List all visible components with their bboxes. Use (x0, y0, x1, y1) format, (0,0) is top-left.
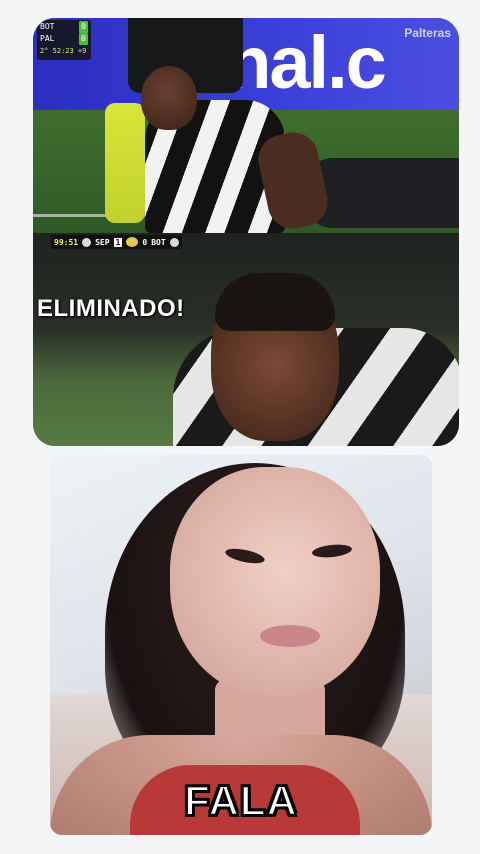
meme-page: onal.c Palteras BOT 0 PAL 0 2° 52:23 +9 (0, 0, 480, 854)
football-clips-frame: onal.c Palteras BOT 0 PAL 0 2° 52:23 +9 (33, 18, 459, 446)
scorebar-score-b: 0 (142, 237, 148, 247)
team-b-crest-icon (169, 237, 179, 247)
team-a-crest-icon (82, 237, 92, 247)
away-score: 0 (79, 33, 88, 45)
woman-face (170, 467, 380, 697)
player-on-ground-clip: onal.c Palteras BOT 0 PAL 0 2° 52:23 +9 (33, 18, 459, 233)
stadium-ad-board: onal.c (33, 18, 459, 110)
lips (260, 625, 320, 647)
smiling-player-head (141, 66, 197, 130)
player-hair (215, 273, 335, 331)
watermark: Palteras (404, 26, 451, 40)
scorebar-team-b: BOT (151, 237, 166, 247)
competition-logo-icon (126, 237, 139, 247)
scorebar-score-a: 1 (113, 237, 123, 247)
video-call-frame: FALA (50, 455, 432, 835)
scorebar-time: 99:51 (54, 237, 79, 247)
eliminado-caption: ELIMINADO! (37, 295, 185, 322)
player-closeup-clip: 99:51 SEP 1 0 BOT ELIMINADO! (33, 233, 459, 446)
opponent-player-legs (105, 103, 145, 223)
match-clock: 2° 52:23 +9 (40, 47, 87, 55)
scoreboard-overlay: BOT 0 PAL 0 2° 52:23 +9 (37, 20, 91, 60)
away-team: PAL (40, 34, 55, 43)
match-scorebar: 99:51 SEP 1 0 BOT (51, 235, 182, 249)
scorebar-team-a: SEP (95, 237, 110, 247)
fala-caption: FALA (183, 776, 298, 825)
home-score: 0 (79, 21, 88, 33)
home-team: BOT (40, 22, 55, 31)
